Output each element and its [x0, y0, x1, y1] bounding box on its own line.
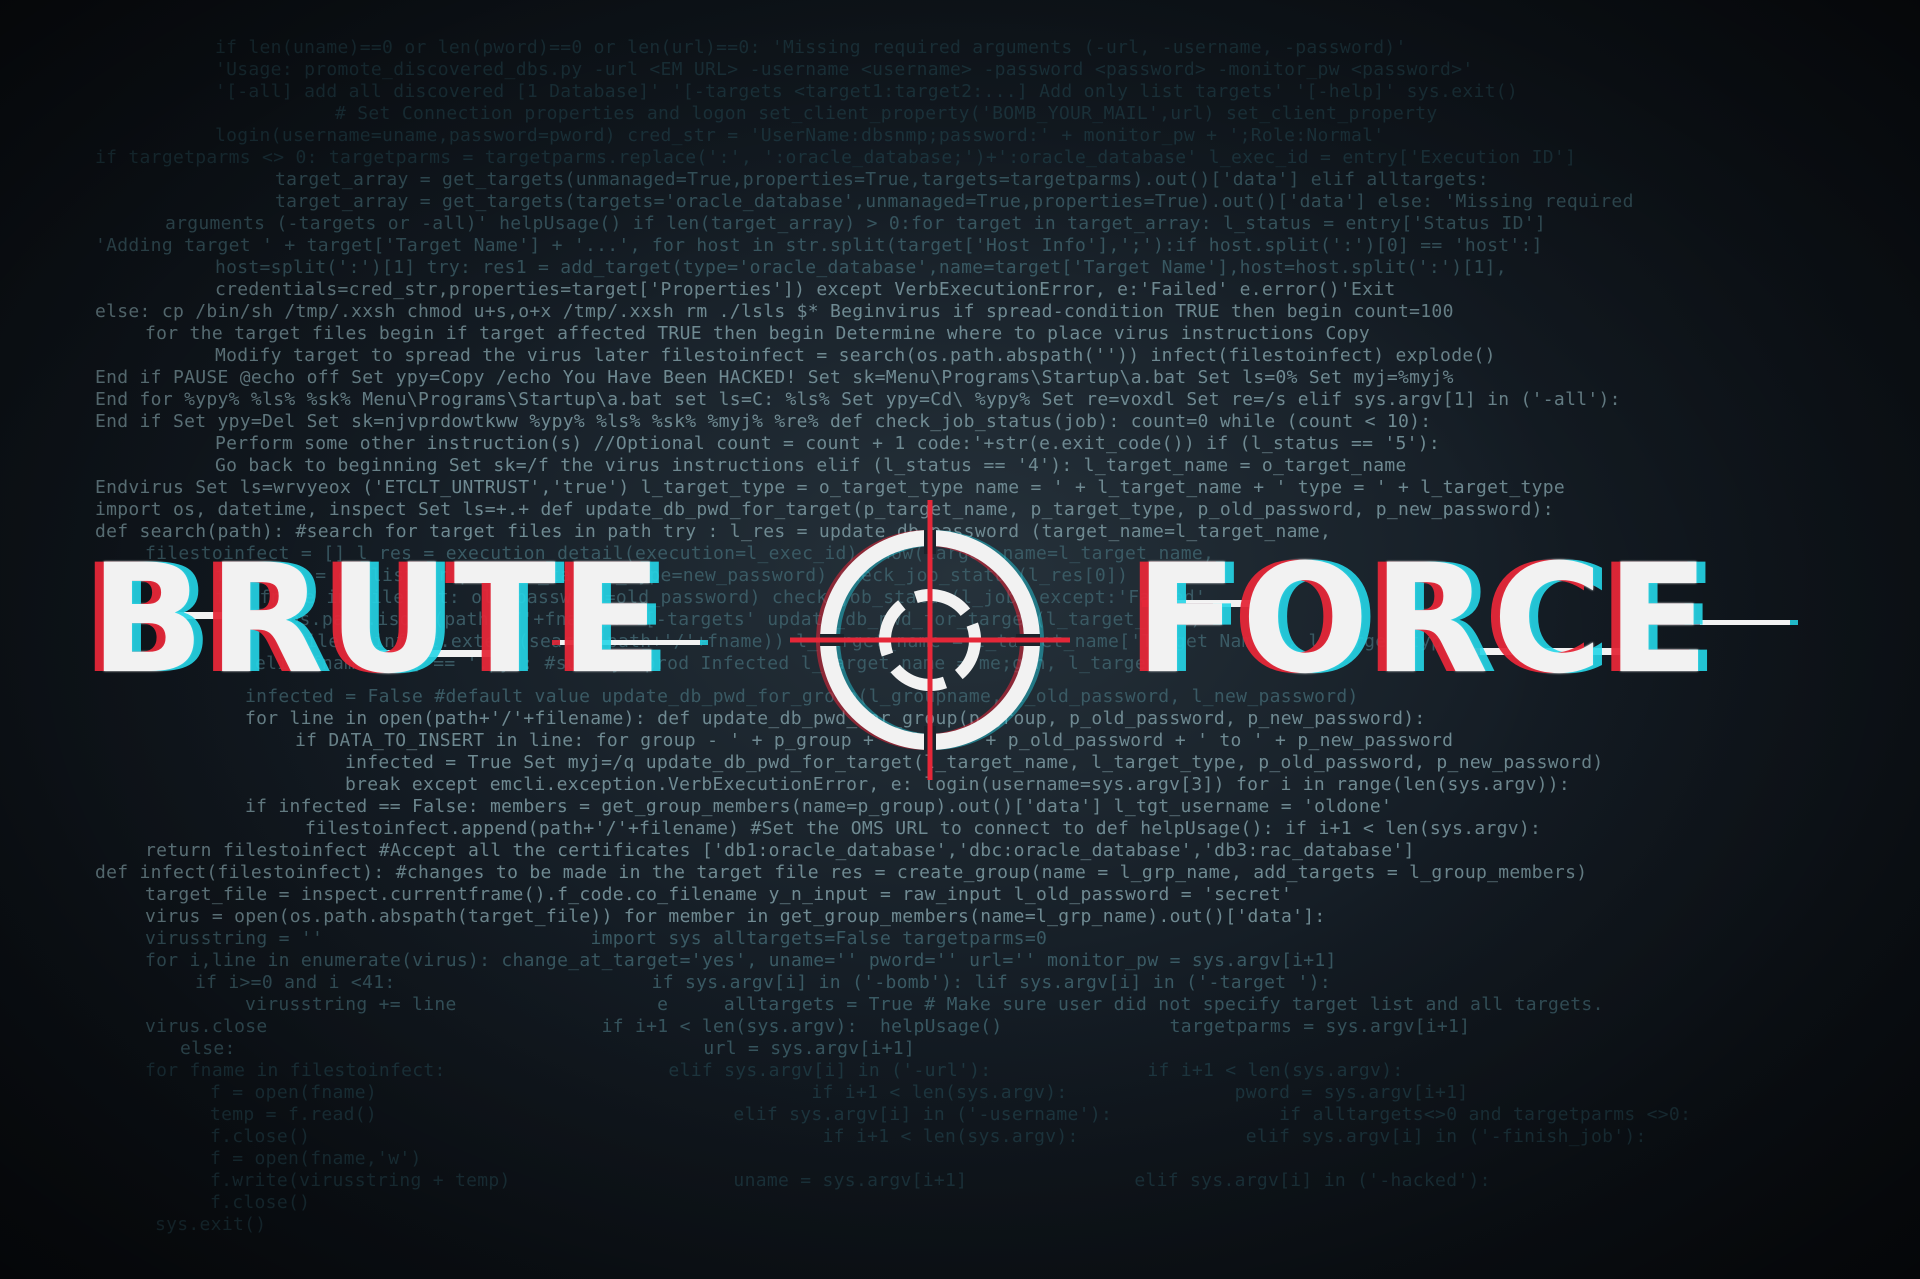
code-line: 'Usage: promote_discovered_dbs.py -url <…: [215, 59, 1474, 80]
code-line: f.close() if i+1 < len(sys.argv): elif s…: [210, 1126, 1647, 1147]
title-brute: BRUTE: [90, 533, 667, 707]
code-line: if targetparms <> 0: targetparms = targe…: [95, 147, 1577, 168]
code-line: def infect(filestoinfect): #changes to b…: [95, 862, 1588, 883]
code-line: virus = open(os.path.abspath(target_file…: [145, 906, 1326, 927]
code-line: # Set Connection properties and logon se…: [335, 103, 1438, 124]
code-line: f.write(virusstring + temp) uname = sys.…: [210, 1170, 1491, 1191]
code-line: 'Adding target ' + target['Target Name']…: [95, 235, 1543, 256]
code-line: else: cp /bin/sh /tmp/.xxsh chmod u+s,o+…: [95, 301, 1454, 322]
code-line: temp = f.read() elif sys.argv[i] in ('-u…: [210, 1104, 1692, 1125]
code-line: for fname in filestoinfect: elif sys.arg…: [145, 1060, 1404, 1081]
code-line: for the target files begin if target aff…: [145, 323, 1371, 344]
code-line: target_array = get_targets(targets='orac…: [275, 191, 1634, 212]
code-line: arguments (-targets or -all)' helpUsage(…: [165, 213, 1546, 234]
code-line: sys.exit(): [155, 1214, 267, 1235]
code-line: login(username=uname,password=pword) cre…: [215, 125, 1385, 146]
code-line: host=split(':')[1] try: res1 = add_targe…: [215, 257, 1507, 278]
code-line: if len(uname)==0 or len(pword)==0 or len…: [215, 37, 1407, 58]
code-line: End if Set ypy=Del Set sk=njvprdowtkww %…: [95, 411, 1432, 432]
code-line: target_array = get_targets(unmanaged=Tru…: [275, 169, 1489, 190]
code-line: f.close(): [210, 1192, 311, 1213]
crosshair-target-icon: [790, 500, 1070, 780]
code-line: target_file = inspect.currentframe().f_c…: [145, 884, 1293, 905]
code-line: virusstring = '' import sys alltargets=F…: [145, 928, 1048, 949]
title-force: FORCE: [1135, 533, 1714, 707]
code-line: Perform some other instruction(s) //Opti…: [215, 433, 1441, 454]
code-line: else: url = sys.argv[i+1]: [180, 1038, 916, 1059]
code-line: if i>=0 and i <41: if sys.argv[i] in ('-…: [195, 972, 1331, 993]
code-line: '[-all] add all discovered [1 Database]'…: [215, 81, 1519, 102]
code-line: Modify target to spread the virus later …: [215, 345, 1496, 366]
code-line: End for %ypy% %ls% %sk% Menu\Programs\St…: [95, 389, 1621, 410]
code-line: return filestoinfect #Accept all the cer…: [145, 840, 1415, 861]
code-line: filestoinfect.append(path+'/'+filename) …: [305, 818, 1542, 839]
code-line: if infected == False: members = get_grou…: [245, 796, 1393, 817]
code-line: f = open(fname,'w'): [210, 1148, 422, 1169]
brute-force-banner: if len(uname)==0 or len(pword)==0 or len…: [0, 0, 1920, 1279]
code-line: Go back to beginning Set sk=/f the virus…: [215, 455, 1407, 476]
code-line: End if PAUSE @echo off Set ypy=Copy /ech…: [95, 367, 1454, 388]
code-line: credentials=cred_str,properties=target['…: [215, 279, 1396, 300]
code-line: virus.close if i+1 < len(sys.argv): help…: [145, 1016, 1471, 1037]
code-line: f = open(fname) if i+1 < len(sys.argv): …: [210, 1082, 1469, 1103]
code-line: for i,line in enumerate(virus): change_a…: [145, 950, 1337, 971]
code-line: virusstring += line e alltargets = True …: [245, 994, 1604, 1015]
code-line: Endvirus Set ls=wrvyeox ('ETCLT_UNTRUST'…: [95, 477, 1566, 498]
